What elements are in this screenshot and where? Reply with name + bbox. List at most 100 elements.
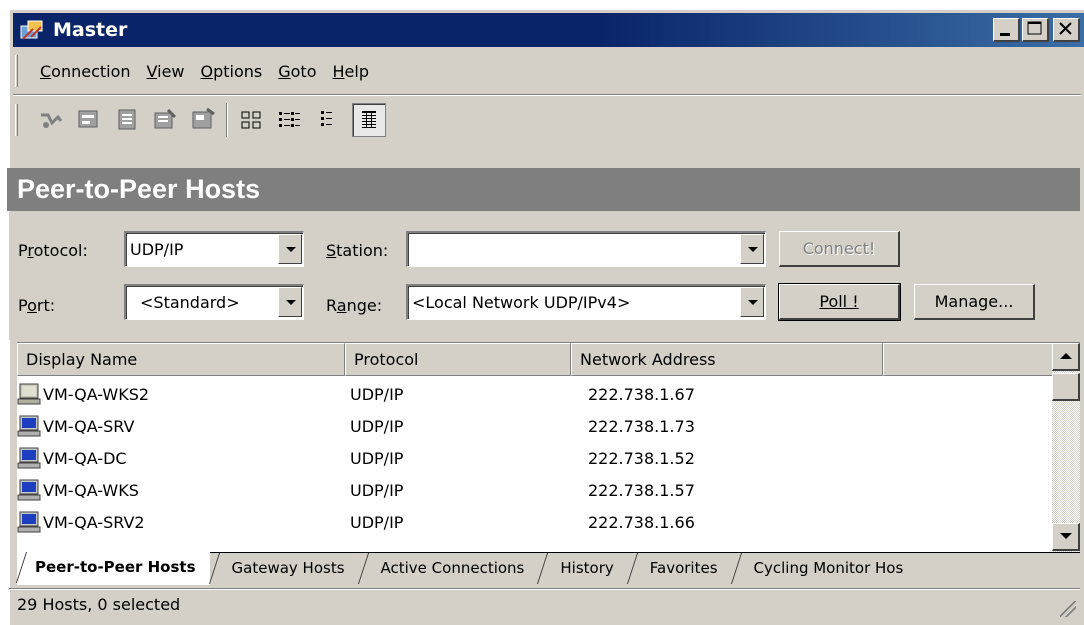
column-header-display-name[interactable]: Display Name xyxy=(17,343,345,376)
scroll-down-icon[interactable] xyxy=(1052,523,1080,551)
list-view-icon[interactable] xyxy=(314,107,340,133)
toolbar-separator xyxy=(226,102,228,137)
menu-help-key: H xyxy=(332,61,345,81)
view-tabs: Peer-to-Peer Hosts Gateway Hosts Active … xyxy=(17,552,1080,585)
close-icon xyxy=(1059,22,1072,35)
title-bar[interactable]: Master xyxy=(13,13,1084,47)
toolbar-grip[interactable] xyxy=(15,103,18,136)
protocol-label-pre: P xyxy=(18,241,28,260)
protocol-dropdown-arrow-icon[interactable] xyxy=(278,234,302,264)
port-label-post: rt: xyxy=(36,296,56,315)
range-label: Range: xyxy=(326,296,382,315)
host-properties-icon[interactable] xyxy=(76,107,102,133)
connect-button[interactable]: Connect! xyxy=(779,231,900,267)
menu-view-key: V xyxy=(146,61,158,81)
disconnect-icon[interactable] xyxy=(38,107,64,133)
large-icons-view-icon[interactable] xyxy=(238,107,264,133)
host-protocol: UDP/IP xyxy=(350,448,404,468)
host-protocol: UDP/IP xyxy=(350,512,404,532)
station-dropdown-arrow-icon[interactable] xyxy=(740,234,764,264)
list-header: Display Name Protocol Network Address xyxy=(17,343,1053,376)
hosts-list[interactable]: Display Name Protocol Network Address VM… xyxy=(17,342,1080,553)
menu-bar: Connection View Options Goto Help xyxy=(13,50,1081,92)
menu-connection[interactable]: Connection xyxy=(32,62,139,81)
menu-view-label: iew xyxy=(157,61,185,81)
column-header-protocol[interactable]: Protocol xyxy=(345,343,571,376)
host-name: VM-QA-WKS xyxy=(43,480,139,500)
manage-button-label: Manage... xyxy=(934,292,1014,311)
computer-blue-icon xyxy=(17,414,41,438)
panel-title: Peer-to-Peer Hosts xyxy=(7,168,1080,211)
computer-blue-icon xyxy=(17,478,41,502)
menu-connection-key: C xyxy=(40,61,52,81)
close-button[interactable] xyxy=(1053,18,1080,42)
computer-blue-icon xyxy=(17,446,41,470)
port-label-key: o xyxy=(27,296,37,315)
menu-view[interactable]: View xyxy=(139,62,193,81)
table-row[interactable]: VM-QA-SRV UDP/IP 222.738.1.73 xyxy=(17,410,883,442)
host-protocol: UDP/IP xyxy=(350,384,404,404)
protocol-label: Protocol: xyxy=(18,241,88,260)
poll-button[interactable]: Poll ! xyxy=(778,283,901,321)
vertical-scrollbar[interactable] xyxy=(1052,343,1080,553)
app-icon xyxy=(19,17,45,43)
protocol-select[interactable]: UDP/IP xyxy=(124,231,304,267)
maximize-button[interactable] xyxy=(1022,18,1049,42)
host-protocol: UDP/IP xyxy=(350,416,404,436)
menu-options-key: O xyxy=(200,61,214,81)
computer-gray-icon xyxy=(17,382,41,406)
range-dropdown-arrow-icon[interactable] xyxy=(740,287,764,317)
table-row[interactable]: VM-QA-DC UDP/IP 222.738.1.52 xyxy=(17,442,883,474)
menu-goto-key: G xyxy=(278,61,291,81)
port-select[interactable]: <Standard> xyxy=(124,284,304,320)
host-address: 222.738.1.73 xyxy=(588,416,695,436)
minimize-button[interactable] xyxy=(993,18,1020,42)
tab-gateway-hosts[interactable]: Gateway Hosts xyxy=(210,553,359,584)
host-list-icon[interactable] xyxy=(114,107,140,133)
menu-options[interactable]: Options xyxy=(193,62,271,81)
tab-cycling-monitor-hosts[interactable]: Cycling Monitor Hos xyxy=(732,553,918,584)
maximize-icon xyxy=(1027,21,1042,35)
station-label: Station: xyxy=(326,241,388,260)
connection-form: Protocol: UDP/IP Station: Connect! Port:… xyxy=(9,212,1080,340)
host-address: 222.738.1.66 xyxy=(588,512,695,532)
details-view-icon[interactable] xyxy=(352,102,386,137)
status-bar: 29 Hosts, 0 selected xyxy=(9,588,1080,621)
table-row[interactable]: VM-QA-SRV2 UDP/IP 222.738.1.66 xyxy=(17,506,883,538)
range-label-pre: R xyxy=(326,296,337,315)
tab-favorites[interactable]: Favorites xyxy=(628,553,732,584)
column-header-network-address[interactable]: Network Address xyxy=(571,343,883,376)
port-value: <Standard> xyxy=(140,293,240,312)
table-row[interactable]: VM-QA-WKS UDP/IP 222.738.1.57 xyxy=(17,474,883,506)
protocol-label-post: otocol: xyxy=(33,241,88,260)
tab-peer-to-peer-hosts[interactable]: Peer-to-Peer Hosts xyxy=(17,552,210,585)
range-select[interactable]: <Local Network UDP/IPv4> xyxy=(406,284,766,320)
host-settings-icon[interactable] xyxy=(190,107,216,133)
host-edit-icon[interactable] xyxy=(152,107,178,133)
station-select[interactable] xyxy=(406,231,766,267)
station-label-post: tation: xyxy=(336,241,389,260)
window-title: Master xyxy=(53,19,128,41)
port-dropdown-arrow-icon[interactable] xyxy=(278,287,302,317)
column-header-extra[interactable] xyxy=(883,343,1053,376)
menu-help-label: elp xyxy=(344,61,369,81)
host-address: 222.738.1.52 xyxy=(588,448,695,468)
host-address: 222.738.1.57 xyxy=(588,480,695,500)
menu-goto[interactable]: Goto xyxy=(270,62,324,81)
tab-history[interactable]: History xyxy=(538,553,627,584)
scroll-thumb[interactable] xyxy=(1052,373,1080,401)
host-protocol: UDP/IP xyxy=(350,480,404,500)
resize-grip-icon[interactable] xyxy=(1060,601,1076,617)
small-icons-view-icon[interactable] xyxy=(276,107,302,133)
scroll-up-icon[interactable] xyxy=(1052,343,1080,371)
menu-help[interactable]: Help xyxy=(325,62,377,81)
menu-connection-label: onnection xyxy=(51,61,131,81)
manage-button[interactable]: Manage... xyxy=(914,284,1035,320)
minimize-icon xyxy=(1000,33,1010,36)
tab-active-connections[interactable]: Active Connections xyxy=(359,553,539,584)
status-text: 29 Hosts, 0 selected xyxy=(17,595,181,614)
host-address: 222.738.1.67 xyxy=(588,384,695,404)
menu-grip[interactable] xyxy=(15,55,18,87)
station-label-key: S xyxy=(326,241,337,260)
table-row[interactable]: VM-QA-WKS2 UDP/IP 222.738.1.67 xyxy=(17,378,883,410)
